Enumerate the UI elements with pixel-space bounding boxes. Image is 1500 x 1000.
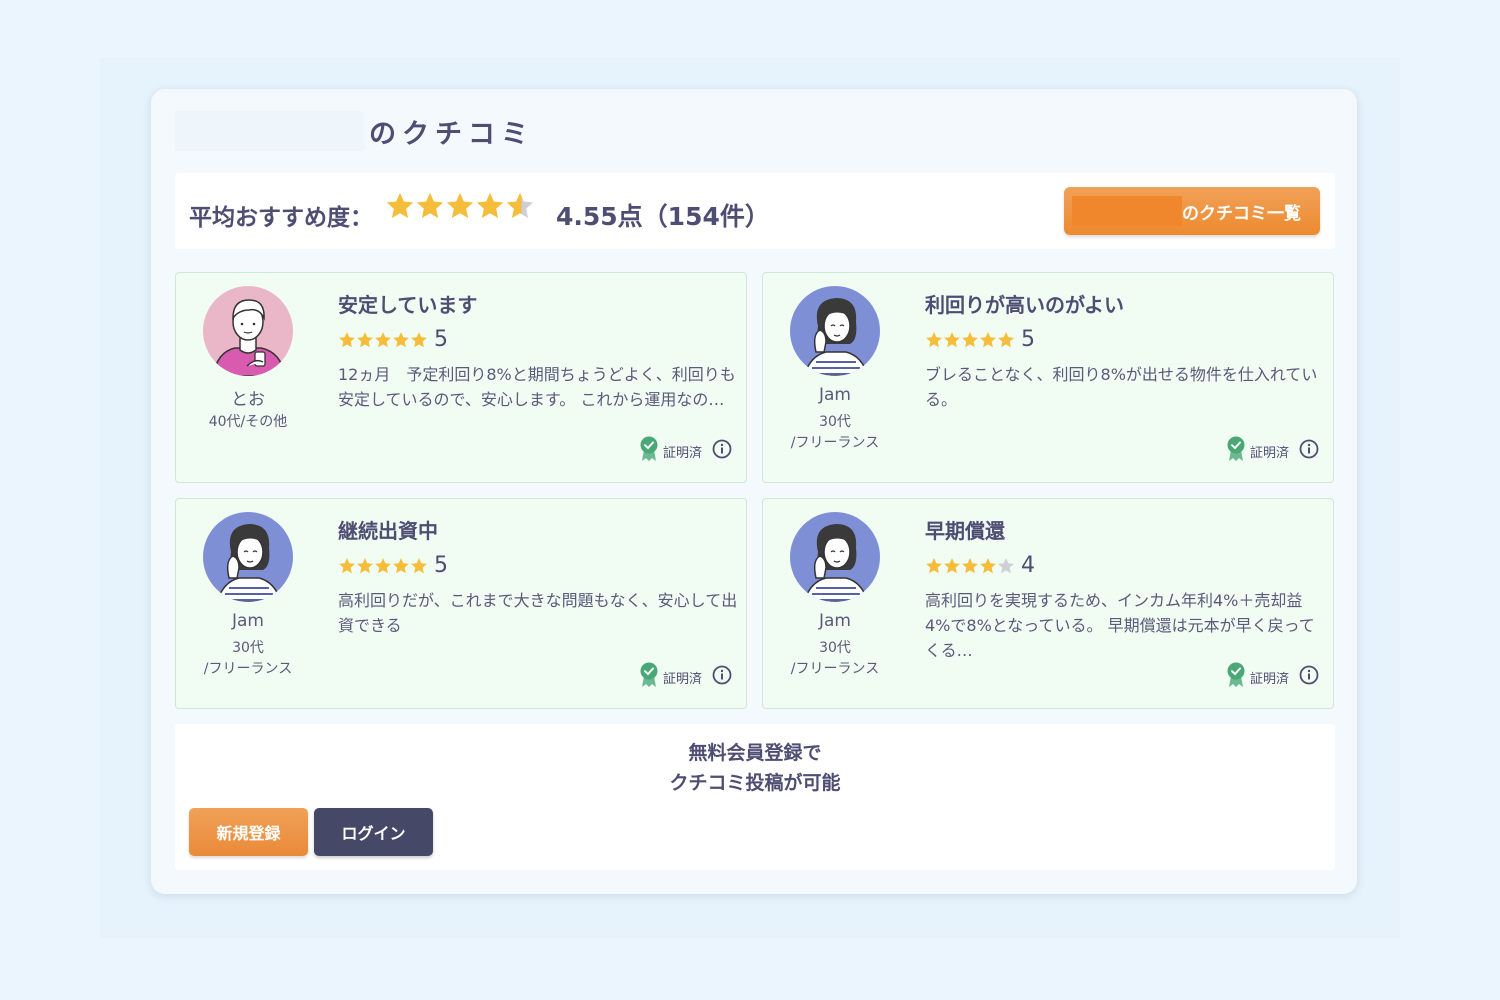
reviewer-name: とお bbox=[231, 390, 265, 410]
reviewer-meta: 30代 /フリーランス bbox=[203, 640, 293, 677]
average-stars bbox=[385, 191, 535, 221]
review-score: 5 bbox=[434, 553, 448, 578]
review-title: 安定しています bbox=[338, 293, 478, 317]
panel-header: のクチコミ bbox=[175, 109, 575, 153]
company-name-mask bbox=[1072, 196, 1182, 226]
review-rating: 5 bbox=[338, 553, 448, 578]
verified-label: 証明済 bbox=[1249, 671, 1289, 687]
review-rating: 5 bbox=[925, 327, 1035, 352]
star-icon bbox=[375, 331, 391, 347]
reviewer-meta: 30代 /フリーランス bbox=[790, 414, 880, 451]
cta-message: 無料会員登録で クチコミ投稿が可能 bbox=[175, 738, 1335, 798]
review-score: 4 bbox=[1021, 553, 1035, 578]
review-body: 12ヵ月 予定利回り8%と期間ちょうどよく、利回りも安定しているので、安心します… bbox=[338, 365, 736, 409]
star-icon bbox=[980, 557, 996, 573]
star-icon bbox=[998, 331, 1014, 347]
info-icon[interactable] bbox=[712, 665, 732, 689]
star-icon bbox=[926, 331, 942, 347]
review-stars bbox=[925, 331, 1015, 349]
review-body: 高利回りだが、これまで大きな問題もなく、安心して出資できる bbox=[338, 591, 738, 635]
star-icon bbox=[393, 331, 409, 347]
star-icon bbox=[962, 331, 978, 347]
cta-line-2: クチコミ投稿が可能 bbox=[669, 772, 841, 794]
signup-cta: 無料会員登録で クチコミ投稿が可能 新規登録 ログイン bbox=[175, 724, 1335, 870]
review-body: ブレることなく、利回り8%が出せる物件を仕入れている。 bbox=[925, 365, 1318, 409]
star-icon bbox=[375, 557, 391, 573]
star-icon bbox=[926, 557, 942, 573]
review-rating: 5 bbox=[338, 327, 448, 352]
verified-label: 証明済 bbox=[1249, 445, 1289, 461]
review-title: 継続出資中 bbox=[338, 519, 438, 543]
review-card[interactable]: Jam 30代 /フリーランス 継続出資中 5 高利回りだが、これまで大きな問題… bbox=[175, 498, 747, 709]
verified-label: 証明済 bbox=[662, 671, 702, 687]
review-stars bbox=[338, 557, 428, 575]
star-icon bbox=[411, 557, 427, 573]
review-stars bbox=[925, 557, 1015, 575]
rating-summary: 平均おすすめ度： 4.55点（154件） のクチコミ一覧 bbox=[175, 173, 1335, 249]
star-icon bbox=[357, 557, 373, 573]
star-icon bbox=[998, 557, 1014, 573]
verified-ribbon-icon bbox=[639, 662, 659, 692]
signup-button[interactable]: 新規登録 bbox=[189, 808, 308, 856]
average-label: 平均おすすめ度： bbox=[189, 205, 373, 231]
star-icon bbox=[944, 331, 960, 347]
woman-blue-avatar-icon bbox=[790, 512, 880, 602]
review-card[interactable]: Jam 30代 /フリーランス 利回りが高いのがよい 5 ブレることなく、利回り… bbox=[762, 272, 1334, 483]
review-title: 利回りが高いのがよい bbox=[925, 293, 1124, 317]
review-score: 5 bbox=[434, 327, 448, 352]
review-score: 5 bbox=[1021, 327, 1035, 352]
info-icon[interactable] bbox=[712, 439, 732, 463]
review-list-button[interactable]: のクチコミ一覧 bbox=[1064, 187, 1320, 235]
verified-ribbon-icon bbox=[1226, 662, 1246, 692]
star-icon bbox=[411, 331, 427, 347]
star-icon bbox=[393, 557, 409, 573]
average-score: 4.55点（154件） bbox=[556, 202, 770, 231]
star-icon bbox=[339, 331, 355, 347]
review-list-button-label: のクチコミ一覧 bbox=[1182, 204, 1301, 224]
star-icon bbox=[339, 557, 355, 573]
verified-badge: 証明済 bbox=[639, 436, 732, 466]
star-icon bbox=[944, 557, 960, 573]
star-icon bbox=[980, 331, 996, 347]
star-icon bbox=[416, 192, 444, 218]
reviewer-meta: 30代 /フリーランス bbox=[790, 640, 880, 677]
reviewer-meta: 40代/その他 bbox=[208, 414, 288, 430]
review-card[interactable]: Jam 30代 /フリーランス 早期償還 4 高利回りを実現するため、インカム年… bbox=[762, 498, 1334, 709]
review-body: 高利回りを実現するため、インカム年利4%＋売却益4%で8%となっている。 早期償… bbox=[925, 591, 1315, 660]
verified-ribbon-icon bbox=[1226, 436, 1246, 466]
star-icon bbox=[476, 192, 504, 218]
reviewer-name: Jam bbox=[819, 611, 851, 631]
star-icon bbox=[386, 192, 414, 218]
woman-blue-avatar-icon bbox=[203, 512, 293, 602]
review-rating: 4 bbox=[925, 553, 1035, 578]
man-pink-avatar-icon bbox=[203, 286, 293, 376]
star-icon bbox=[357, 331, 373, 347]
verified-badge: 証明済 bbox=[639, 662, 732, 692]
verified-label: 証明済 bbox=[662, 445, 702, 461]
info-icon[interactable] bbox=[1299, 439, 1319, 463]
cta-line-1: 無料会員登録で bbox=[688, 742, 822, 764]
review-title: 早期償還 bbox=[925, 519, 1005, 543]
verified-badge: 証明済 bbox=[1226, 662, 1319, 692]
info-icon[interactable] bbox=[1299, 665, 1319, 689]
star-icon bbox=[506, 192, 534, 218]
reviewer-name: Jam bbox=[819, 385, 851, 405]
verified-badge: 証明済 bbox=[1226, 436, 1319, 466]
review-stars bbox=[338, 331, 428, 349]
reviewer-name: Jam bbox=[232, 611, 264, 631]
login-button[interactable]: ログイン bbox=[314, 808, 433, 856]
verified-ribbon-icon bbox=[639, 436, 659, 466]
review-panel: のクチコミ 平均おすすめ度： 4.55点（154件） のクチコミ一覧 とお 40… bbox=[151, 89, 1357, 894]
company-name-mask bbox=[175, 111, 365, 151]
review-card[interactable]: とお 40代/その他 安定しています 5 12ヵ月 予定利回り8%と期間ちょうど… bbox=[175, 272, 747, 483]
page-title: のクチコミ bbox=[369, 118, 534, 150]
star-icon bbox=[446, 192, 474, 218]
woman-blue-avatar-icon bbox=[790, 286, 880, 376]
star-icon bbox=[962, 557, 978, 573]
